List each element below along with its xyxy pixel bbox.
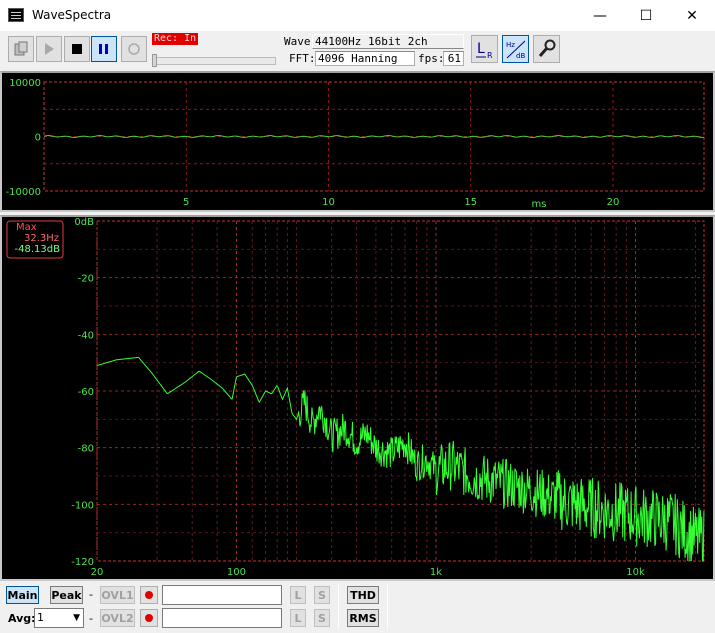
waveform-panel: 10000 0 -10000 5 10 15 20 ms bbox=[0, 71, 715, 212]
ovl1-l-button[interactable]: L bbox=[290, 586, 306, 604]
wrench-icon bbox=[538, 39, 555, 57]
waveform-x-unit: ms bbox=[532, 199, 547, 210]
play-button[interactable] bbox=[36, 36, 62, 62]
spectrum-y-tick-label: -20 bbox=[78, 274, 94, 285]
waveform-x-tick-label: 10 bbox=[322, 197, 335, 208]
record-icon bbox=[128, 43, 140, 55]
separator bbox=[387, 585, 388, 629]
record-dot-icon bbox=[145, 614, 153, 622]
waveform-x-tick-label: 15 bbox=[464, 197, 477, 208]
spectrum-line bbox=[96, 356, 705, 562]
close-icon: ✕ bbox=[686, 7, 698, 24]
avg-label: Avg: bbox=[8, 612, 36, 625]
app-icon bbox=[8, 8, 24, 22]
max-readout: Max 32.3Hz -48.13dB bbox=[6, 220, 64, 259]
waveform-y-tick-label: 10000 bbox=[9, 78, 41, 89]
input-level-thumb[interactable] bbox=[152, 54, 157, 67]
hz-db-icon: Hz dB bbox=[506, 40, 525, 60]
dash-1: - bbox=[89, 588, 93, 601]
pause-button[interactable] bbox=[91, 36, 117, 62]
fft-value: 4096 Hanning bbox=[315, 51, 415, 66]
spectrum-chart[interactable]: 0dB-20-40-60-80-100-120 20 100 1k 10k Max 3… bbox=[2, 217, 713, 579]
record-button[interactable] bbox=[121, 36, 147, 62]
title-bar: WaveSpectra — ☐ ✕ bbox=[0, 0, 715, 31]
lr-channel-icon: L R bbox=[475, 41, 493, 60]
ovl2-record-button[interactable] bbox=[140, 609, 158, 627]
stop-icon bbox=[72, 44, 82, 54]
file-icon bbox=[14, 41, 28, 56]
spectrum-x-tick-label: 1k bbox=[430, 567, 442, 578]
spectrum-panel: 0dB -20 -40 -60 -80 -100 -120 20 100 1k 10k Max 3… bbox=[0, 215, 715, 581]
ovl1-button[interactable]: OVL1 bbox=[100, 586, 135, 604]
peak-button[interactable]: Peak bbox=[50, 586, 83, 604]
minimize-button[interactable]: — bbox=[577, 0, 623, 31]
minimize-icon: — bbox=[593, 7, 607, 24]
fft-label: FFT: bbox=[289, 52, 316, 65]
avg-select[interactable]: 1 ▼ bbox=[34, 608, 84, 628]
thd-button[interactable]: THD bbox=[347, 586, 379, 604]
ovl1-record-button[interactable] bbox=[140, 586, 158, 604]
spectrum-y-tick-label: -60 bbox=[78, 387, 94, 398]
max-frequency: 32.3Hz bbox=[24, 233, 59, 244]
toolbar: Rec: In Wave: 44100Hz 16bit 2ch FFT: 409… bbox=[0, 31, 715, 69]
spectrum-y-tick-label: -40 bbox=[78, 330, 94, 341]
close-button[interactable]: ✕ bbox=[669, 0, 715, 31]
record-dot-icon bbox=[145, 591, 153, 599]
avg-value: 1 bbox=[37, 611, 44, 624]
svg-text:Hz: Hz bbox=[506, 41, 515, 49]
waveform-y-ticks: 10000 0 -10000 bbox=[6, 78, 41, 198]
ovl2-file-field[interactable] bbox=[162, 608, 282, 628]
lr-channel-button[interactable]: L R bbox=[471, 35, 498, 63]
svg-text:dB: dB bbox=[516, 52, 525, 60]
hz-db-button[interactable]: Hz dB bbox=[502, 35, 529, 63]
ovl1-s-button[interactable]: S bbox=[314, 586, 330, 604]
main-button[interactable]: Main bbox=[6, 586, 39, 604]
waveform-x-tick-label: 5 bbox=[183, 197, 189, 208]
open-file-button[interactable] bbox=[8, 36, 34, 62]
spectrum-x-tick-label: 100 bbox=[227, 567, 246, 578]
waveform-x-ticks: 5 10 15 20 ms bbox=[183, 197, 619, 210]
rms-button[interactable]: RMS bbox=[347, 609, 379, 627]
input-level-slider[interactable] bbox=[152, 57, 276, 65]
waveform-x-tick-label: 20 bbox=[607, 197, 620, 208]
max-label: Max bbox=[16, 222, 37, 233]
wave-format-value: 44100Hz 16bit 2ch bbox=[312, 34, 464, 49]
settings-button[interactable] bbox=[533, 35, 560, 63]
spectrum-grid bbox=[96, 220, 705, 562]
svg-text:R: R bbox=[487, 51, 493, 60]
play-icon bbox=[45, 43, 54, 55]
spectrum-y-tick-label: -80 bbox=[78, 444, 94, 455]
spectrum-y-tick-label: 0dB bbox=[74, 217, 94, 228]
waveform-y-tick-label: -10000 bbox=[6, 187, 41, 198]
waveform-y-tick-label: 0 bbox=[35, 133, 41, 144]
spectrum-x-ticks: 20 100 1k 10k bbox=[91, 567, 645, 578]
spectrum-y-tick-label: -100 bbox=[71, 500, 94, 511]
maximize-icon: ☐ bbox=[639, 7, 653, 24]
fps-value: 61 bbox=[443, 51, 464, 66]
rec-status: Rec: In bbox=[152, 33, 199, 45]
spectrum-x-tick-label: 10k bbox=[626, 567, 645, 578]
dash-2: - bbox=[89, 612, 93, 625]
ovl2-button[interactable]: OVL2 bbox=[100, 609, 135, 627]
max-level: -48.13dB bbox=[15, 244, 61, 255]
maximize-button[interactable]: ☐ bbox=[623, 0, 669, 31]
bottom-controls: Main Peak - OVL1 L S Avg: 1 ▼ - OVL2 L S … bbox=[0, 581, 715, 633]
chevron-down-icon: ▼ bbox=[73, 613, 80, 623]
ovl2-s-button[interactable]: S bbox=[314, 609, 330, 627]
svg-text:L: L bbox=[477, 41, 485, 57]
pause-icon bbox=[99, 44, 108, 54]
spectrum-y-ticks: 0dB-20-40-60-80-100-120 bbox=[71, 217, 94, 568]
ovl1-file-field[interactable] bbox=[162, 585, 282, 605]
ovl2-l-button[interactable]: L bbox=[290, 609, 306, 627]
stop-button[interactable] bbox=[64, 36, 90, 62]
window-title: WaveSpectra bbox=[32, 8, 112, 22]
separator bbox=[338, 585, 339, 629]
spectrum-x-tick-label: 20 bbox=[91, 567, 104, 578]
fps-label: fps: bbox=[418, 52, 445, 65]
waveform-chart[interactable]: 10000 0 -10000 5 10 15 20 ms bbox=[2, 73, 713, 210]
